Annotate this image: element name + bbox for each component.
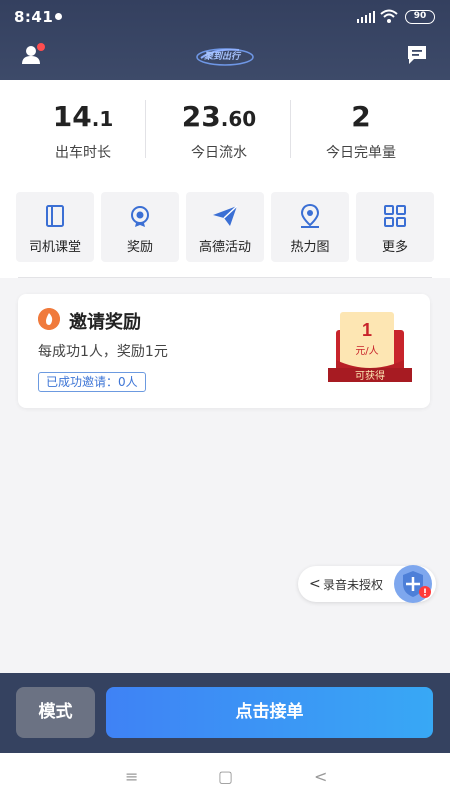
medal-icon [131,206,149,227]
tool-label: 司机课堂 [28,240,81,255]
stat-label: 今日流水 [191,145,247,161]
stat-value: 23 [181,100,221,133]
invite-count-badge: 已成功邀请：0人 [38,372,146,392]
stats-panel: 14.1 出车时长 23.60 今日流水 2 今日完单量 [0,80,450,172]
app-logo-text: 聚到出行 [204,52,241,62]
shield-alert-icon[interactable] [391,564,437,604]
accept-orders-button[interactable]: 点击接单 [106,687,433,738]
status-bar: 8:41 90 [0,0,450,34]
stat-divider [290,100,291,158]
tool-amap-activity[interactable]: 高德活动 [186,192,264,262]
back-icon[interactable]: < [314,767,327,786]
stat-label: 出车时长 [55,145,111,161]
tool-driver-class[interactable]: 司机课堂 [16,192,94,262]
stat-decimal: .60 [220,107,257,131]
stat-divider [145,100,146,158]
wifi-icon [380,9,398,23]
stat-value: 14 [52,100,92,133]
flame-icon [38,308,60,330]
recording-permission-text: 录音未授权 [323,578,384,592]
stat-value: 2 [351,100,371,133]
section-divider [18,277,432,278]
envelope-amount: 1 [362,320,372,340]
paper-plane-icon [213,205,238,226]
person-icon[interactable] [20,42,46,68]
envelope-ribbon: 可获得 [355,370,385,382]
envelope-unit: 元/人 [355,345,378,357]
tool-more[interactable]: 更多 [356,192,434,262]
tool-label: 奖励 [126,240,153,255]
map-pin-icon [300,203,320,228]
chevron-left-icon: < [309,576,321,592]
notification-dot-icon [55,13,62,20]
tools-panel: 司机课堂 奖励 高德活动 热力图 更多 [0,172,450,278]
red-envelope-icon: 1 元/人 可获得 [328,312,412,382]
signal-icon [357,11,375,23]
stat-driving-hours: 14.1 出车时长 [10,100,156,162]
stat-decimal: .1 [91,107,114,131]
book-icon [46,205,64,227]
stat-orders-completed: 2 今日完单量 [288,100,434,162]
mode-button[interactable]: 模式 [16,687,95,738]
stat-label: 今日完单量 [326,145,396,161]
invite-reward-card[interactable]: 邀请奖励 每成功1人，奖励1元 已成功邀请：0人 1 元/人 可获得 [18,294,430,408]
tool-heat-map[interactable]: 热力图 [271,192,349,262]
tool-label: 高德活动 [198,240,251,255]
tool-label: 热力图 [290,240,330,255]
battery-indicator: 90 [405,10,435,24]
invite-title: 邀请奖励 [69,312,141,333]
chat-icon[interactable] [406,44,428,66]
menu-icon[interactable]: ≡ [125,767,138,786]
invite-description: 每成功1人，奖励1元 [38,344,168,360]
stat-daily-income: 23.60 今日流水 [146,100,292,162]
status-time: 8:41 [14,8,54,26]
home-icon[interactable]: ▢ [218,767,233,786]
grid-icon [384,205,406,227]
tool-rewards[interactable]: 奖励 [101,192,179,262]
tool-label: 更多 [381,240,408,255]
